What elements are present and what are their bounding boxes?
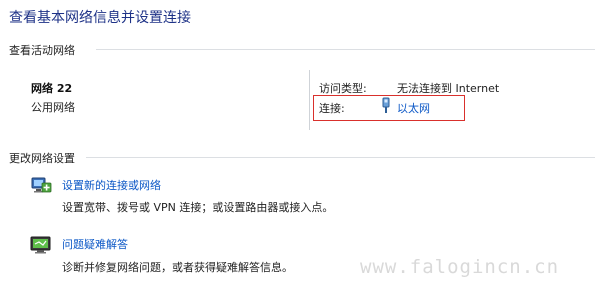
page-title: 查看基本网络信息并设置连接 — [9, 10, 191, 26]
highlight-box — [313, 95, 465, 121]
network-type: 公用网络 — [31, 101, 75, 114]
section-divider — [96, 49, 595, 50]
access-type-value: 无法连接到 Internet — [397, 82, 500, 95]
troubleshoot-link[interactable]: 问题疑难解答 — [62, 236, 128, 252]
access-type-label: 访问类型: — [319, 82, 367, 95]
section-divider — [86, 157, 595, 158]
setup-new-connection-description: 设置宽带、拨号或 VPN 连接；或设置路由器或接入点。 — [62, 201, 334, 214]
watermark: www.falogincn.cn — [360, 256, 560, 278]
change-settings-section-title: 更改网络设置 — [9, 152, 75, 165]
troubleshoot-description: 诊断并修复网络问题，或者获得疑难解答信息。 — [62, 261, 293, 274]
troubleshoot-icon — [30, 236, 51, 254]
new-connection-icon — [31, 177, 52, 193]
vertical-divider — [309, 70, 310, 130]
active-network-section-title: 查看活动网络 — [9, 44, 75, 57]
network-name: 网络 22 — [31, 82, 73, 95]
setup-new-connection-link[interactable]: 设置新的连接或网络 — [62, 177, 161, 193]
